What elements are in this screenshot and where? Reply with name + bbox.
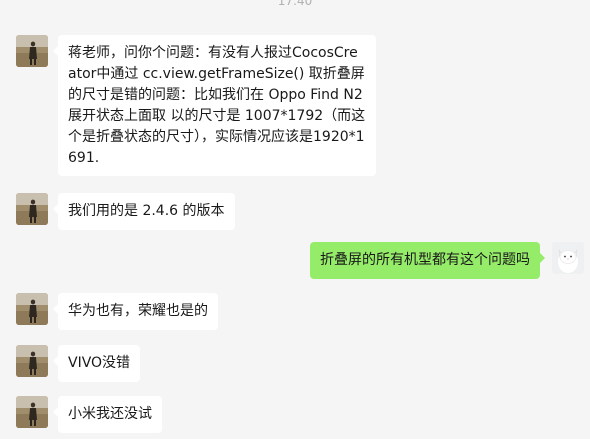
- message-bubble[interactable]: 小米我还没试: [53, 396, 162, 433]
- message-bubble[interactable]: 蒋老师，问你个问题：有没有人报过CocosCreator中通过 cc.view.…: [53, 35, 376, 176]
- message-bubble[interactable]: 我们用的是 2.4.6 的版本: [53, 193, 235, 230]
- message-row: 小米我还没试: [16, 396, 162, 433]
- message-bubble[interactable]: VIVO没错: [52, 345, 141, 382]
- landscape-person-avatar-icon[interactable]: [16, 193, 48, 225]
- message-row: VIVO没错: [16, 345, 141, 382]
- message-row: 蒋老师，问你个问题：有没有人报过CocosCreator中通过 cc.view.…: [16, 35, 376, 176]
- landscape-person-avatar-icon[interactable]: [16, 293, 48, 325]
- white-cat-avatar-icon[interactable]: [552, 242, 584, 274]
- chat-area: 17:40 蒋老师，问你个问题：有没有人报过CocosCreator中通过 cc…: [0, 0, 590, 439]
- message-row: 我们用的是 2.4.6 的版本: [16, 193, 235, 230]
- message-bubble[interactable]: 华为也有，荣耀也是的: [53, 293, 218, 330]
- message-timestamp: 17:40: [277, 0, 313, 8]
- landscape-person-avatar-icon[interactable]: [16, 35, 48, 67]
- landscape-person-avatar-icon[interactable]: [16, 345, 48, 377]
- message-bubble[interactable]: 折叠屏的所有机型都有这个问题吗: [310, 242, 545, 279]
- message-row: 华为也有，荣耀也是的: [16, 293, 218, 330]
- landscape-person-avatar-icon[interactable]: [16, 396, 48, 428]
- message-row: 折叠屏的所有机型都有这个问题吗: [310, 242, 584, 279]
